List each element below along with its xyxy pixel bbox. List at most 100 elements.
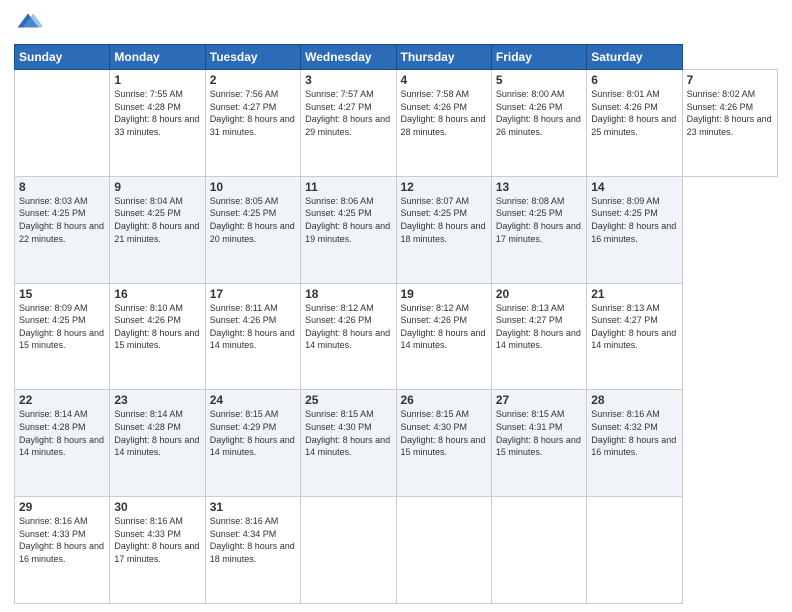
day-number: 29	[19, 500, 105, 514]
day-number: 16	[114, 287, 200, 301]
day-number: 12	[401, 180, 487, 194]
day-detail: Sunrise: 8:14 AMSunset: 4:28 PMDaylight:…	[114, 409, 199, 457]
day-detail: Sunrise: 8:01 AMSunset: 4:26 PMDaylight:…	[591, 89, 676, 137]
day-detail: Sunrise: 8:09 AMSunset: 4:25 PMDaylight:…	[591, 196, 676, 244]
day-detail: Sunrise: 8:14 AMSunset: 4:28 PMDaylight:…	[19, 409, 104, 457]
col-header-monday: Monday	[110, 45, 205, 70]
day-number: 11	[305, 180, 391, 194]
day-detail: Sunrise: 8:16 AMSunset: 4:32 PMDaylight:…	[591, 409, 676, 457]
empty-cell	[396, 497, 491, 604]
col-header-thursday: Thursday	[396, 45, 491, 70]
logo-icon	[14, 10, 42, 38]
day-detail: Sunrise: 8:09 AMSunset: 4:25 PMDaylight:…	[19, 303, 104, 351]
day-cell-29: 29 Sunrise: 8:16 AMSunset: 4:33 PMDayligh…	[15, 497, 110, 604]
day-cell-11: 11 Sunrise: 8:06 AMSunset: 4:25 PMDayligh…	[301, 176, 396, 283]
day-cell-15: 15Sunrise: 8:09 AMSunset: 4:25 PMDayligh…	[15, 283, 110, 390]
day-number: 22	[19, 393, 105, 407]
header	[14, 10, 778, 38]
day-number: 5	[496, 73, 582, 87]
day-cell-1: 1Sunrise: 7:55 AMSunset: 4:28 PMDaylight…	[110, 70, 205, 177]
day-cell-19: 19 Sunrise: 8:12 AMSunset: 4:26 PMDayligh…	[396, 283, 491, 390]
day-cell-9: 9Sunrise: 8:04 AMSunset: 4:25 PMDaylight…	[110, 176, 205, 283]
day-number: 3	[305, 73, 391, 87]
col-header-tuesday: Tuesday	[205, 45, 300, 70]
day-cell-2: 2 Sunrise: 7:56 AMSunset: 4:27 PMDaylight…	[205, 70, 300, 177]
day-number: 8	[19, 180, 105, 194]
day-cell-30: 30 Sunrise: 8:16 AMSunset: 4:33 PMDayligh…	[110, 497, 205, 604]
day-cell-16: 16 Sunrise: 8:10 AMSunset: 4:26 PMDayligh…	[110, 283, 205, 390]
day-cell-3: 3Sunrise: 7:57 AMSunset: 4:27 PMDaylight…	[301, 70, 396, 177]
day-cell-4: 4 Sunrise: 7:58 AMSunset: 4:26 PMDaylight…	[396, 70, 491, 177]
day-detail: Sunrise: 8:02 AMSunset: 4:26 PMDaylight:…	[687, 89, 772, 137]
day-cell-7: 7 Sunrise: 8:02 AMSunset: 4:26 PMDaylight…	[682, 70, 777, 177]
col-header-sunday: Sunday	[15, 45, 110, 70]
day-cell-5: 5 Sunrise: 8:00 AMSunset: 4:26 PMDaylight…	[491, 70, 586, 177]
calendar-table: SundayMondayTuesdayWednesdayThursdayFrid…	[14, 44, 778, 604]
day-cell-26: 26Sunrise: 8:15 AMSunset: 4:30 PMDayligh…	[396, 390, 491, 497]
day-detail: Sunrise: 8:13 AMSunset: 4:27 PMDaylight:…	[496, 303, 581, 351]
day-number: 1	[114, 73, 200, 87]
day-number: 6	[591, 73, 677, 87]
week-row-4: 22 Sunrise: 8:14 AMSunset: 4:28 PMDayligh…	[15, 390, 778, 497]
day-number: 18	[305, 287, 391, 301]
day-cell-6: 6 Sunrise: 8:01 AMSunset: 4:26 PMDaylight…	[587, 70, 682, 177]
day-number: 19	[401, 287, 487, 301]
day-number: 17	[210, 287, 296, 301]
day-detail: Sunrise: 8:00 AMSunset: 4:26 PMDaylight:…	[496, 89, 581, 137]
day-number: 21	[591, 287, 677, 301]
day-detail: Sunrise: 8:12 AMSunset: 4:26 PMDaylight:…	[401, 303, 486, 351]
day-number: 4	[401, 73, 487, 87]
day-cell-24: 24 Sunrise: 8:15 AMSunset: 4:29 PMDayligh…	[205, 390, 300, 497]
day-number: 30	[114, 500, 200, 514]
day-cell-8: 8 Sunrise: 8:03 AMSunset: 4:25 PMDaylight…	[15, 176, 110, 283]
day-cell-28: 28 Sunrise: 8:16 AMSunset: 4:32 PMDayligh…	[587, 390, 682, 497]
day-cell-23: 23 Sunrise: 8:14 AMSunset: 4:28 PMDayligh…	[110, 390, 205, 497]
day-detail: Sunrise: 8:16 AMSunset: 4:33 PMDaylight:…	[114, 516, 199, 564]
day-detail: Sunrise: 8:16 AMSunset: 4:33 PMDaylight:…	[19, 516, 104, 564]
empty-cell	[491, 497, 586, 604]
day-number: 24	[210, 393, 296, 407]
day-number: 2	[210, 73, 296, 87]
day-cell-31: 31 Sunrise: 8:16 AMSunset: 4:34 PMDayligh…	[205, 497, 300, 604]
day-cell-25: 25Sunrise: 8:15 AMSunset: 4:30 PMDayligh…	[301, 390, 396, 497]
day-number: 23	[114, 393, 200, 407]
col-header-friday: Friday	[491, 45, 586, 70]
day-detail: Sunrise: 8:13 AMSunset: 4:27 PMDaylight:…	[591, 303, 676, 351]
day-detail: Sunrise: 8:12 AMSunset: 4:26 PMDaylight:…	[305, 303, 390, 351]
day-number: 25	[305, 393, 391, 407]
col-header-saturday: Saturday	[587, 45, 682, 70]
day-cell-10: 10Sunrise: 8:05 AMSunset: 4:25 PMDayligh…	[205, 176, 300, 283]
day-detail: Sunrise: 8:15 AMSunset: 4:29 PMDaylight:…	[210, 409, 295, 457]
day-number: 20	[496, 287, 582, 301]
empty-cell	[301, 497, 396, 604]
week-row-2: 8 Sunrise: 8:03 AMSunset: 4:25 PMDaylight…	[15, 176, 778, 283]
page: SundayMondayTuesdayWednesdayThursdayFrid…	[0, 0, 792, 612]
day-detail: Sunrise: 8:06 AMSunset: 4:25 PMDaylight:…	[305, 196, 390, 244]
day-cell-21: 21 Sunrise: 8:13 AMSunset: 4:27 PMDayligh…	[587, 283, 682, 390]
day-detail: Sunrise: 8:16 AMSunset: 4:34 PMDaylight:…	[210, 516, 295, 564]
day-cell-17: 17 Sunrise: 8:11 AMSunset: 4:26 PMDayligh…	[205, 283, 300, 390]
day-number: 28	[591, 393, 677, 407]
day-number: 7	[687, 73, 773, 87]
day-detail: Sunrise: 8:11 AMSunset: 4:26 PMDaylight:…	[210, 303, 295, 351]
day-cell-12: 12 Sunrise: 8:07 AMSunset: 4:25 PMDayligh…	[396, 176, 491, 283]
day-number: 14	[591, 180, 677, 194]
day-cell-22: 22 Sunrise: 8:14 AMSunset: 4:28 PMDayligh…	[15, 390, 110, 497]
day-detail: Sunrise: 8:08 AMSunset: 4:25 PMDaylight:…	[496, 196, 581, 244]
day-number: 31	[210, 500, 296, 514]
week-row-5: 29 Sunrise: 8:16 AMSunset: 4:33 PMDayligh…	[15, 497, 778, 604]
day-number: 27	[496, 393, 582, 407]
week-row-3: 15Sunrise: 8:09 AMSunset: 4:25 PMDayligh…	[15, 283, 778, 390]
day-detail: Sunrise: 8:03 AMSunset: 4:25 PMDaylight:…	[19, 196, 104, 244]
day-cell-13: 13Sunrise: 8:08 AMSunset: 4:25 PMDayligh…	[491, 176, 586, 283]
day-cell-18: 18 Sunrise: 8:12 AMSunset: 4:26 PMDayligh…	[301, 283, 396, 390]
day-detail: Sunrise: 7:56 AMSunset: 4:27 PMDaylight:…	[210, 89, 295, 137]
day-detail: Sunrise: 8:07 AMSunset: 4:25 PMDaylight:…	[401, 196, 486, 244]
day-detail: Sunrise: 8:10 AMSunset: 4:26 PMDaylight:…	[114, 303, 199, 351]
empty-cell	[15, 70, 110, 177]
day-detail: Sunrise: 8:05 AMSunset: 4:25 PMDaylight:…	[210, 196, 295, 244]
col-header-wednesday: Wednesday	[301, 45, 396, 70]
week-row-1: 1Sunrise: 7:55 AMSunset: 4:28 PMDaylight…	[15, 70, 778, 177]
logo	[14, 10, 46, 38]
day-detail: Sunrise: 7:58 AMSunset: 4:26 PMDaylight:…	[401, 89, 486, 137]
